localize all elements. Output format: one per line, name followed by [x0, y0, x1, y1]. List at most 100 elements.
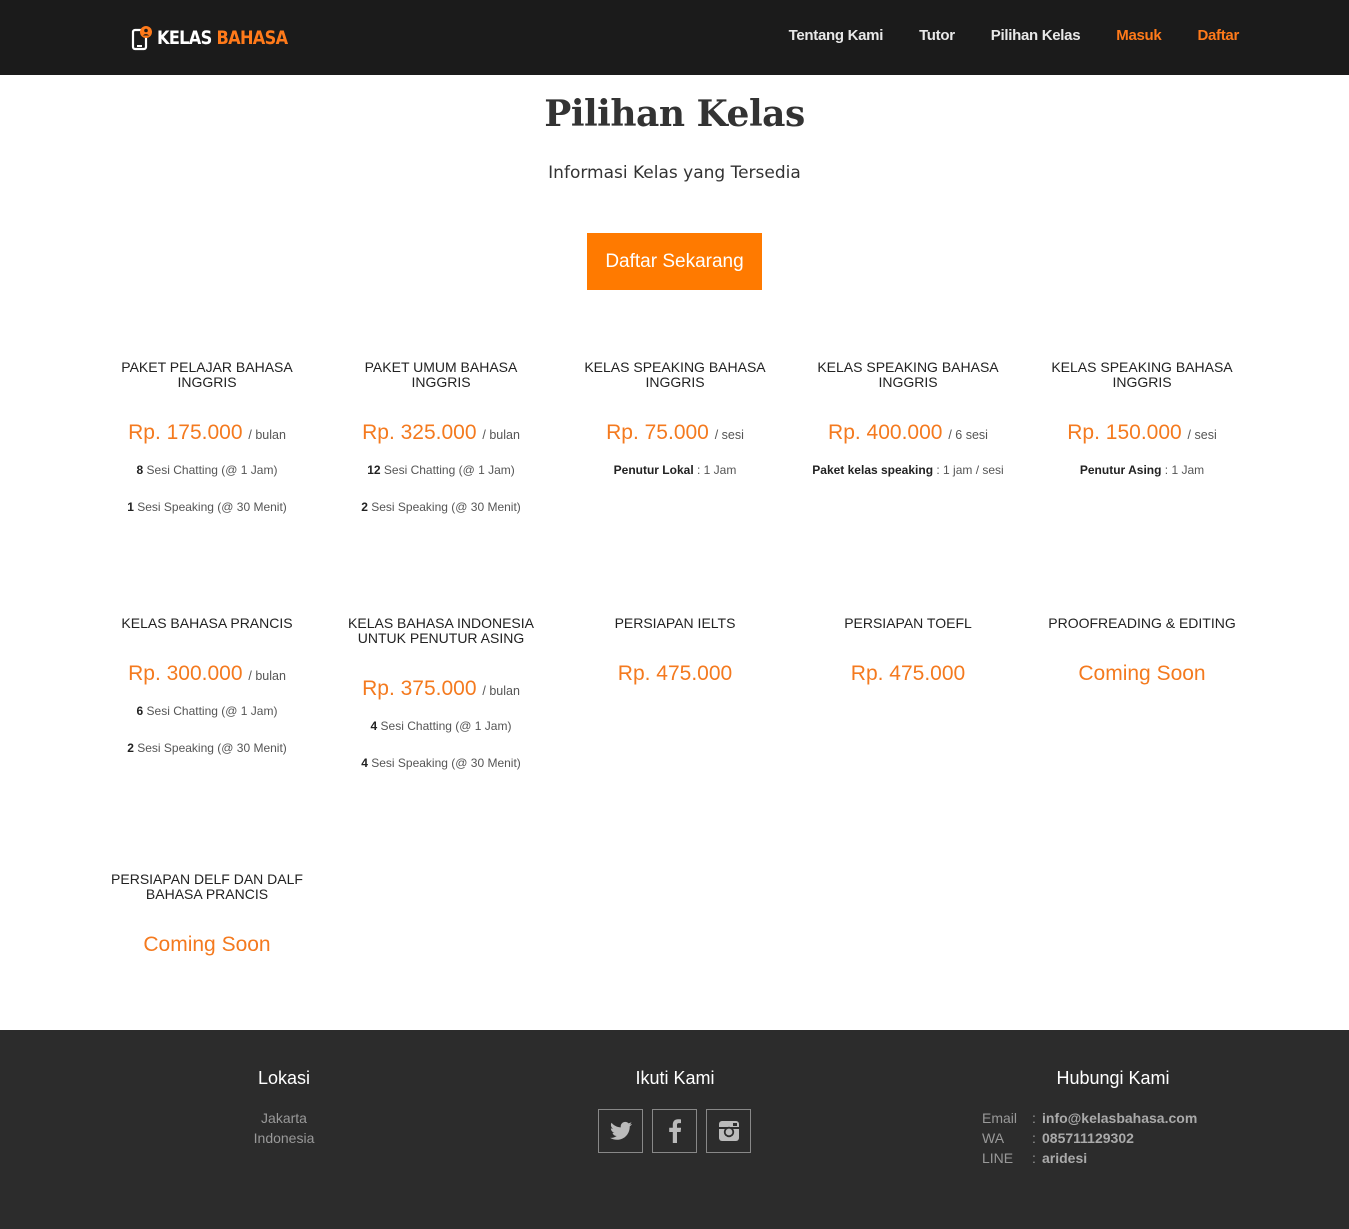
class-price: Rp. 75.000 / sesi [558, 420, 792, 448]
footer-location-heading: Lokasi [257, 1068, 311, 1088]
price-value: Rp. 150.000 [1067, 421, 1182, 444]
class-price: Coming Soon [90, 932, 324, 958]
contact-line-row: LINE: aridesi [982, 1148, 1087, 1168]
class-price: Rp. 300.000 / bulan [90, 661, 324, 689]
price-unit: / bulan [482, 684, 520, 698]
feature-text: Sesi Chatting (@ 1 Jam) [380, 463, 515, 477]
feature-highlight: 1 [127, 500, 134, 514]
nav-masuk[interactable]: Masuk [1116, 27, 1161, 44]
class-title: PERSIAPAN IELTS [614, 615, 736, 631]
contact-email-row: Email: info@kelasbahasa.com [982, 1108, 1197, 1128]
class-price: Rp. 400.000 / 6 sesi [791, 420, 1025, 448]
price-value: Coming Soon [143, 933, 271, 956]
class-card: PERSIAPAN DELF DAN DALF BAHASA PRANCIS Co… [90, 872, 324, 958]
register-now-button[interactable]: Daftar Sekarang [587, 233, 762, 290]
footer-location: Jakarta Indonesia [184, 1108, 384, 1148]
contact-separator: : [1032, 1150, 1036, 1166]
feature-highlight: 2 [127, 741, 134, 755]
class-price: Rp. 175.000 / bulan [90, 420, 324, 448]
class-price: Coming Soon [1025, 661, 1259, 687]
class-title: KELAS BAHASA INDONESIA UNTUK PENUTUR ASI… [348, 615, 534, 646]
logo-word-1: KELAS [157, 27, 212, 49]
price-value: Rp. 75.000 [606, 421, 709, 444]
class-feature: 2 Sesi Speaking (@ 30 Menit) [324, 500, 558, 514]
class-feature: 4 Sesi Chatting (@ 1 Jam) [324, 719, 558, 733]
class-title: KELAS SPEAKING BAHASA INGGRIS [584, 359, 766, 390]
class-card: PROOFREADING & EDITING Coming Soon [1025, 616, 1259, 687]
feature-highlight: 12 [367, 463, 381, 477]
site-logo[interactable]: KELAS BAHASA [131, 24, 310, 52]
class-feature: 4 Sesi Speaking (@ 30 Menit) [324, 756, 558, 770]
price-unit: / bulan [482, 428, 520, 442]
class-title: PERSIAPAN TOEFL [844, 615, 972, 631]
location-city: Jakarta [261, 1110, 307, 1126]
page-title: Pilihan Kelas [544, 93, 805, 135]
class-price: Rp. 150.000 / sesi [1025, 420, 1259, 448]
class-feature: 1 Sesi Speaking (@ 30 Menit) [90, 500, 324, 514]
class-title: PERSIAPAN DELF DAN DALF BAHASA PRANCIS [111, 871, 303, 902]
feature-text: Sesi Speaking (@ 30 Menit) [367, 500, 521, 514]
class-price: Rp. 375.000 / bulan [324, 676, 558, 704]
contact-line-label: LINE [982, 1150, 1014, 1166]
price-unit: / sesi [714, 428, 744, 442]
contact-wa-value: 085711129302 [1042, 1130, 1134, 1146]
class-card: PAKET PELAJAR BAHASA INGGRIS Rp. 175.000 … [90, 359, 324, 515]
feature-text: : 1 Jam [1161, 463, 1205, 477]
class-feature: Penutur Asing : 1 Jam [1025, 463, 1259, 477]
class-title: PROOFREADING & EDITING [1048, 615, 1236, 631]
class-price: Rp. 475.000 [791, 661, 1025, 687]
class-card: KELAS BAHASA INDONESIA UNTUK PENUTUR ASI… [324, 615, 558, 771]
contact-line-value: aridesi [1042, 1150, 1088, 1166]
feature-text: Sesi Chatting (@ 1 Jam) [143, 463, 278, 477]
nav-tentang-kami[interactable]: Tentang Kami [789, 27, 884, 44]
price-value: Coming Soon [1078, 662, 1206, 685]
class-title: KELAS BAHASA PRANCIS [121, 615, 293, 631]
nav-tutor[interactable]: Tutor [919, 27, 955, 44]
price-value: Rp. 325.000 [362, 421, 477, 444]
feature-highlight: Penutur Lokal [613, 463, 694, 477]
class-card: KELAS SPEAKING BAHASA INGGRIS Rp. 75.000 … [558, 359, 792, 478]
feature-text: : 1 jam / sesi [933, 463, 1004, 477]
price-value: Rp. 475.000 [617, 662, 733, 685]
price-value: Rp. 475.000 [850, 662, 966, 685]
main-nav: Tentang Kami Tutor Pilihan Kelas Masuk D… [789, 0, 1240, 70]
logo-icon [131, 25, 153, 51]
class-title: PAKET PELAJAR BAHASA INGGRIS [121, 359, 293, 390]
contact-wa-label: WA [982, 1130, 1005, 1146]
class-feature: 12 Sesi Chatting (@ 1 Jam) [324, 463, 558, 477]
footer-follow-heading: Ikuti Kami [635, 1068, 715, 1088]
twitter-icon[interactable] [598, 1109, 643, 1153]
class-card: KELAS BAHASA PRANCIS Rp. 300.000 / bulan 6… [90, 615, 324, 756]
logo-word-2: BAHASA [216, 27, 289, 49]
feature-highlight: Paket kelas speaking [812, 463, 934, 477]
feature-highlight: Penutur Asing [1079, 463, 1162, 477]
price-unit: / 6 sesi [948, 428, 988, 442]
contact-email-link[interactable]: info@kelasbahasa.com [1042, 1110, 1197, 1126]
footer-contact-heading: Hubungi Kami [1056, 1068, 1170, 1088]
nav-daftar[interactable]: Daftar [1197, 27, 1239, 44]
contact-wa-row: WA:085711129302 [982, 1128, 1134, 1148]
feature-text: Sesi Speaking (@ 30 Menit) [367, 756, 521, 770]
contact-email-label: Email [982, 1110, 1018, 1126]
contact-separator: : [1032, 1110, 1036, 1126]
instagram-icon[interactable] [706, 1109, 751, 1153]
class-title: KELAS SPEAKING BAHASA INGGRIS [1051, 359, 1233, 390]
feature-text: Sesi Speaking (@ 30 Menit) [133, 500, 287, 514]
class-title: PAKET UMUM BAHASA INGGRIS [364, 359, 518, 390]
nav-pilihan-kelas[interactable]: Pilihan Kelas [991, 27, 1081, 44]
feature-highlight: 2 [361, 500, 368, 514]
feature-text: : 1 Jam [693, 463, 737, 477]
class-feature: 6 Sesi Chatting (@ 1 Jam) [90, 704, 324, 718]
feature-text: Sesi Chatting (@ 1 Jam) [377, 719, 512, 733]
class-feature: Paket kelas speaking : 1 jam / sesi [791, 463, 1025, 477]
class-price: Rp. 325.000 / bulan [324, 420, 558, 448]
class-price: Rp. 475.000 [558, 661, 792, 687]
facebook-icon[interactable] [652, 1109, 697, 1153]
price-unit: / bulan [248, 428, 286, 442]
price-unit: / bulan [248, 669, 286, 683]
class-title: KELAS SPEAKING BAHASA INGGRIS [817, 359, 999, 390]
class-card: PAKET UMUM BAHASA INGGRIS Rp. 325.000 / b… [324, 359, 558, 515]
class-feature: 8 Sesi Chatting (@ 1 Jam) [90, 463, 324, 477]
class-feature: 2 Sesi Speaking (@ 30 Menit) [90, 741, 324, 755]
price-value: Rp. 400.000 [828, 421, 943, 444]
